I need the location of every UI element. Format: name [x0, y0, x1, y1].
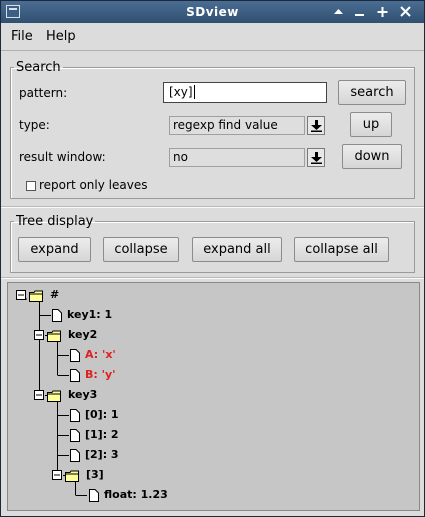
expand-button[interactable]: expand	[18, 237, 91, 262]
shade-icon[interactable]	[330, 4, 347, 20]
folder-icon	[65, 470, 79, 482]
file-icon	[70, 369, 80, 382]
close-icon[interactable]	[397, 4, 414, 20]
result-window-select[interactable]: no	[169, 148, 305, 167]
minimize-icon[interactable]	[351, 4, 368, 20]
tree-node-key3-2[interactable]: [2]: 3	[85, 448, 119, 461]
up-button[interactable]: up	[350, 112, 392, 137]
tree-node-key3-3[interactable]: [3]	[86, 468, 104, 481]
tree-node-root[interactable]: #	[50, 288, 59, 301]
file-icon	[70, 429, 80, 442]
file-icon	[52, 309, 62, 322]
down-button[interactable]: down	[342, 144, 402, 169]
search-button[interactable]: search	[338, 80, 406, 105]
search-legend: Search	[16, 60, 61, 75]
tree-node-key3-1[interactable]: [1]: 2	[85, 428, 119, 441]
type-dropdown-arrow-icon[interactable]	[307, 116, 325, 135]
folder-icon	[29, 290, 43, 302]
only-leaves-checkbox[interactable]	[26, 181, 36, 191]
tree-display-legend: Tree display	[16, 214, 94, 229]
only-leaves-label: report only leaves	[39, 178, 148, 192]
collapse-button[interactable]: collapse	[103, 237, 179, 262]
tree-node-key3-0[interactable]: [0]: 1	[85, 408, 119, 421]
type-label: type:	[19, 118, 50, 132]
tree-node-key3[interactable]: key3	[68, 388, 97, 401]
menu-help[interactable]: Help	[46, 29, 76, 44]
pattern-input[interactable]: [xy]	[163, 82, 327, 103]
tree-node-key1[interactable]: key1: 1	[67, 308, 112, 321]
result-window-label: result window:	[19, 150, 106, 164]
file-icon	[70, 449, 80, 462]
folder-icon	[47, 330, 61, 342]
tree-node-float[interactable]: float: 1.23	[104, 488, 168, 501]
title-bar[interactable]: SDview	[1, 1, 424, 23]
collapse-all-button[interactable]: collapse all	[294, 237, 389, 262]
type-select[interactable]: regexp find value	[169, 116, 305, 135]
divider	[1, 277, 424, 279]
menu-file[interactable]: File	[11, 29, 33, 44]
result-dropdown-arrow-icon[interactable]	[307, 148, 325, 167]
file-icon	[89, 489, 99, 502]
tree-node-key2[interactable]: key2	[68, 328, 97, 341]
maximize-icon[interactable]	[374, 4, 391, 20]
tree-view[interactable]: # key1: 1 key2 A: 'x' B: 'y' key3 [0]: 1…	[7, 282, 420, 511]
main-window: SDview File Help Search pattern: [xy] se…	[0, 0, 425, 517]
tree-node-key2-b[interactable]: B: 'y'	[85, 368, 116, 381]
file-icon	[70, 349, 80, 362]
pattern-label: pattern:	[19, 86, 68, 100]
divider	[1, 206, 424, 208]
folder-icon	[47, 390, 61, 402]
menu-bar: File Help	[1, 23, 424, 51]
expand-all-button[interactable]: expand all	[192, 237, 282, 262]
tree-node-key2-a[interactable]: A: 'x'	[85, 348, 116, 361]
file-icon	[70, 409, 80, 422]
